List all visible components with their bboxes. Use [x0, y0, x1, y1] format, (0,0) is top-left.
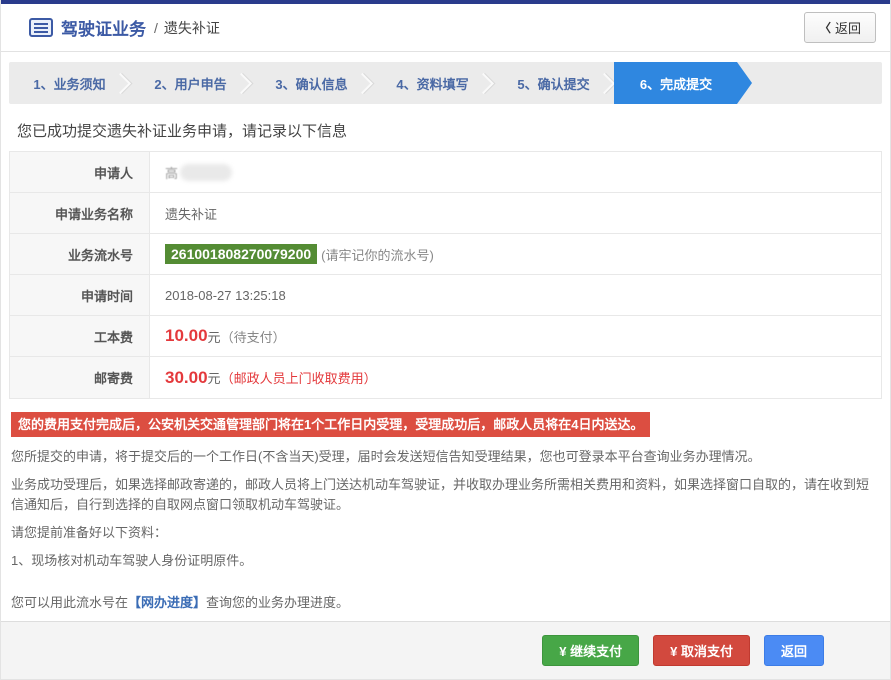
fee-unit: 元	[208, 327, 221, 346]
info-table: 申请人 高 申请业务名称 遗失补证 业务流水号 2610018082700792…	[9, 151, 882, 399]
row-label: 申请时间	[10, 275, 150, 315]
breadcrumb-section: 驾驶证业务	[61, 15, 146, 40]
table-row-serial-number: 业务流水号 261001808270079200 (请牢记你的流水号)	[10, 234, 881, 275]
production-fee-note: （待支付）	[221, 327, 286, 346]
row-value: 2018-08-27 13:25:18	[150, 275, 881, 315]
breadcrumb-separator: /	[154, 20, 158, 36]
redacted-name-blur	[180, 164, 232, 181]
row-label: 业务流水号	[10, 234, 150, 274]
progress-line-prefix: 您可以用此流水号在	[11, 595, 128, 610]
row-label: 工本费	[10, 316, 150, 356]
footer-action-bar: ¥ 继续支付 ¥ 取消支付 返回	[1, 621, 890, 679]
table-row-production-fee: 工本费 10.00 元 （待支付）	[10, 316, 881, 357]
instructions: 您所提交的申请，将于提交后的一个工作日(不含当天)受理，届时会发送短信告知受理结…	[11, 447, 880, 613]
postage-fee-note: （邮政人员上门收取费用）	[221, 368, 377, 387]
chevron-left-icon: 〈	[819, 19, 831, 36]
row-value: 261001808270079200 (请牢记你的流水号)	[150, 234, 881, 274]
back-button[interactable]: 〈 返回	[804, 12, 876, 43]
row-value: 30.00 元 （邮政人员上门收取费用）	[150, 357, 881, 398]
continue-payment-button[interactable]: ¥ 继续支付	[542, 635, 639, 666]
instruction-paragraph: 1、现场核对机动车驾驶人身份证明原件。	[11, 551, 880, 571]
serial-number-note: (请牢记你的流水号)	[321, 245, 434, 264]
step-3-confirm-info[interactable]: 3、确认信息	[251, 62, 372, 104]
payment-alert-banner: 您的费用支付完成后，公安机关交通管理部门将在1个工作日内受理，受理成功后，邮政人…	[11, 412, 650, 437]
serial-number-badge: 261001808270079200	[165, 244, 317, 264]
step-6-complete-submit[interactable]: 6、完成提交	[614, 62, 752, 104]
success-message: 您已成功提交遗失补证业务申请，请记录以下信息	[17, 120, 890, 141]
applicant-name: 高	[165, 163, 178, 182]
row-label: 申请业务名称	[10, 193, 150, 233]
row-label: 申请人	[10, 152, 150, 192]
page: 驾驶证业务 / 遗失补证 〈 返回 1、业务须知 2、用户申告 3、确认信息 4…	[0, 0, 891, 680]
postage-fee-amount: 30.00	[165, 368, 208, 388]
step-1-business-notice[interactable]: 1、业务须知	[9, 62, 130, 104]
return-button[interactable]: 返回	[764, 635, 824, 666]
step-5-confirm-submit[interactable]: 5、确认提交	[493, 62, 614, 104]
back-button-label: 返回	[835, 18, 861, 37]
row-value: 遗失补证	[150, 193, 881, 233]
table-row-apply-time: 申请时间 2018-08-27 13:25:18	[10, 275, 881, 316]
instruction-paragraph: 请您提前准备好以下资料：	[11, 523, 880, 543]
fee-unit: 元	[208, 368, 221, 387]
table-row-applicant: 申请人 高	[10, 152, 881, 193]
production-fee-amount: 10.00	[165, 326, 208, 346]
breadcrumb-current: 遗失补证	[164, 18, 220, 38]
form-list-icon	[29, 18, 53, 37]
page-header: 驾驶证业务 / 遗失补证 〈 返回	[1, 4, 890, 52]
table-row-postage-fee: 邮寄费 30.00 元 （邮政人员上门收取费用）	[10, 357, 881, 398]
instruction-paragraph: 您所提交的申请，将于提交后的一个工作日(不含当天)受理，届时会发送短信告知受理结…	[11, 447, 880, 467]
table-row-business-name: 申请业务名称 遗失补证	[10, 193, 881, 234]
instruction-paragraph: 业务成功受理后，如果选择邮政寄递的，邮政人员将上门送达机动车驾驶证，并收取办理业…	[11, 475, 880, 515]
step-4-fill-data[interactable]: 4、资料填写	[372, 62, 493, 104]
cancel-payment-button[interactable]: ¥ 取消支付	[653, 635, 750, 666]
step-2-user-declaration[interactable]: 2、用户申告	[130, 62, 251, 104]
progress-line-suffix: 查询您的业务办理进度。	[206, 595, 349, 610]
online-progress-link[interactable]: 【网办进度】	[128, 595, 206, 610]
row-label: 邮寄费	[10, 357, 150, 398]
progress-query-line: 您可以用此流水号在【网办进度】查询您的业务办理进度。	[11, 593, 880, 613]
step-progress-bar: 1、业务须知 2、用户申告 3、确认信息 4、资料填写 5、确认提交 6、完成提…	[9, 62, 882, 104]
row-value: 10.00 元 （待支付）	[150, 316, 881, 356]
row-value: 高	[150, 152, 881, 192]
